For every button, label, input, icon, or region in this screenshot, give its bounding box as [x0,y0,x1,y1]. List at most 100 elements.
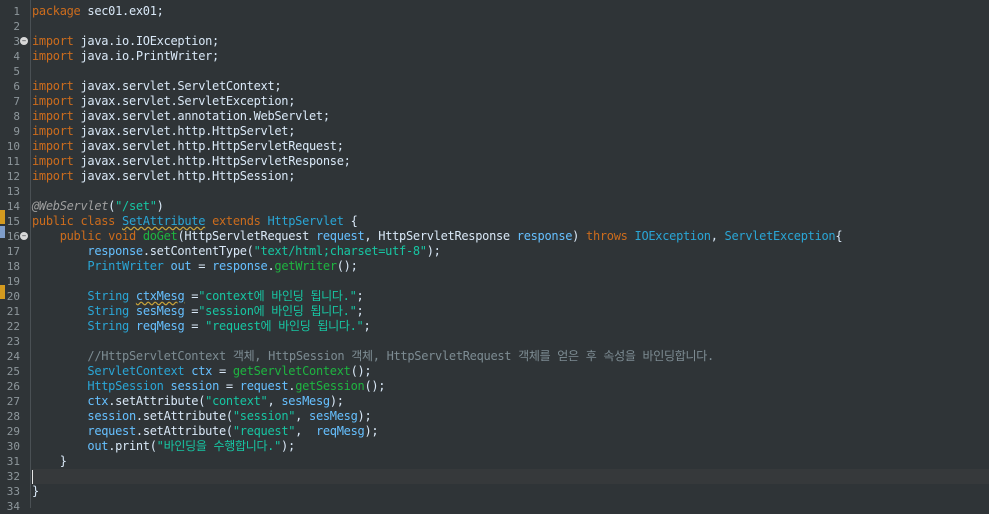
code-token: } [32,454,67,468]
code-line[interactable] [32,19,989,34]
code-line[interactable]: import java.io.PrintWriter; [32,49,989,64]
line-number: 17 [6,245,20,258]
line-number: 32 [6,470,20,483]
code-token: response [212,259,268,273]
code-token: request [315,229,365,243]
code-token: ) [156,199,164,213]
code-token: throws [586,229,635,243]
code-token: javax.servlet.http.HttpServletResponse; [73,154,351,168]
line-number: 25 [6,365,20,378]
line-number: 22 [6,320,20,333]
code-token: "/set" [115,199,157,213]
code-token: ); [364,424,379,438]
line-number: 27 [6,395,20,408]
code-token: = [184,319,206,333]
code-token: @WebServlet [32,199,109,213]
code-token: getSession [295,379,365,393]
code-line[interactable]: import javax.servlet.http.HttpServletReq… [32,139,989,154]
line-number: 9 [13,125,20,138]
code-line[interactable]: package sec01.ex01; [32,4,989,19]
code-token: javax.servlet.annotation.WebServlet; [73,109,330,123]
code-token: "request에 바인딩 됩니다." [205,319,364,333]
line-number: 33 [6,485,20,498]
code-line[interactable]: import javax.servlet.annotation.WebServl… [32,109,989,124]
line-number: 5 [13,65,20,78]
code-line[interactable]: } [32,484,989,499]
code-token: .setAttribute( [135,424,233,438]
code-token: sesMesg [309,409,358,423]
code-line[interactable]: PrintWriter out = response.getWriter(); [32,259,989,274]
code-token: ) [572,229,587,243]
code-token: .print( [108,439,157,453]
code-token: request [87,424,136,438]
code-token: request [239,379,289,393]
code-line[interactable] [32,64,989,79]
code-token: , [710,229,725,243]
code-line[interactable]: import java.io.IOException; [32,34,989,49]
code-line[interactable]: response.setContentType("text/html;chars… [32,244,989,259]
code-editor[interactable]: − − 1 2 3 4 5 6 7 8 9 10 11 12 13 14 15 16 17 18 19 20 21 22 2… [0,0,989,513]
code-line[interactable]: import javax.servlet.http.HttpServlet; [32,124,989,139]
code-line[interactable]: session.setAttribute("session", sesMesg)… [32,409,989,424]
code-token: reqMesg [135,319,185,333]
code-line[interactable] [32,499,989,514]
code-line[interactable]: import javax.servlet.http.HttpSession; [32,169,989,184]
code-line[interactable]: String ctxMesg ="context에 바인딩 됩니다."; [32,289,989,304]
code-token: PrintWriter [87,259,171,273]
code-line[interactable]: String reqMesg = "request에 바인딩 됩니다."; [32,319,989,334]
code-line[interactable]: import javax.servlet.ServletException; [32,94,989,109]
code-line[interactable]: //HttpServletContext 객체, HttpSession 객체,… [32,349,989,364]
line-number: 7 [13,95,20,108]
fold-collapse-icon-2[interactable]: − [20,232,28,240]
code-token: ctx [191,364,213,378]
code-area[interactable]: package sec01.ex01; import java.io.IOExce… [32,0,989,508]
code-token: (HttpServletRequest [177,229,316,243]
code-line[interactable] [32,274,989,289]
code-line[interactable]: HttpSession session = request.getSession… [32,379,989,394]
line-number: 8 [13,110,20,123]
code-line[interactable]: } [32,454,989,469]
fold-collapse-icon[interactable]: − [20,37,28,45]
line-number: 2 [13,20,20,33]
code-token: import [32,79,74,93]
code-token: , [295,424,316,438]
code-token: String [87,319,136,333]
code-line[interactable]: public void doGet(HttpServletRequest req… [32,229,989,244]
code-token: { [343,214,358,228]
code-token: import [32,49,74,63]
code-token: IOException [634,229,711,243]
code-line[interactable]: ctx.setAttribute("context", sesMesg); [32,394,989,409]
code-token: ); [281,439,295,453]
code-token: "바인딩을 수행합니다." [156,439,282,453]
code-line[interactable] [32,184,989,199]
code-token: out [170,259,192,273]
code-line[interactable]: out.print("바인딩을 수행합니다."); [32,439,989,454]
current-line[interactable] [32,469,989,484]
code-line[interactable]: import javax.servlet.http.HttpServletRes… [32,154,989,169]
code-line[interactable]: @WebServlet("/set") [32,199,989,214]
code-token: import [32,34,74,48]
code-token: import [32,139,74,153]
code-line[interactable]: import javax.servlet.ServletContext; [32,79,989,94]
code-line[interactable]: public class SetAttribute extends HttpSe… [32,214,989,229]
code-token: ); [357,409,372,423]
code-token: ; [363,319,371,333]
code-line[interactable]: request.setAttribute("request", reqMesg)… [32,424,989,439]
line-number: 28 [6,410,20,423]
code-line[interactable] [32,334,989,349]
code-line[interactable]: ServletContext ctx = getServletContext()… [32,364,989,379]
line-number: 21 [6,305,20,318]
line-number: 29 [6,425,20,438]
code-line[interactable]: String sesMesg ="session에 바인딩 됩니다."; [32,304,989,319]
code-token: SetAttribute [122,214,206,228]
code-token: ServletException [724,229,836,243]
code-token: String [87,289,136,303]
code-token: HttpSession [87,379,171,393]
code-token: (); [350,364,372,378]
